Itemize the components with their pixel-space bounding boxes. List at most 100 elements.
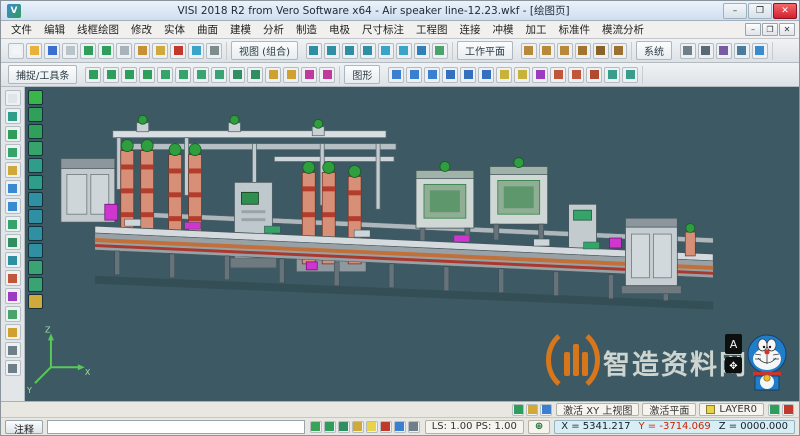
menu-item[interactable]: 电极	[323, 21, 356, 38]
solid-cylinder-icon[interactable]	[5, 198, 21, 214]
ortho-toggle-icon[interactable]	[540, 404, 552, 416]
measure-icon[interactable]	[188, 43, 204, 59]
active-plane-indicator[interactable]: 激活平面	[642, 403, 696, 416]
track-toggle-icon[interactable]	[338, 421, 350, 433]
workplane-3pt-icon[interactable]	[575, 43, 591, 59]
close-button[interactable]: ✕	[773, 3, 797, 19]
zoom-fit-icon[interactable]	[378, 43, 394, 59]
polyline-tool-icon[interactable]	[460, 67, 476, 83]
snap-group-caption[interactable]: 捕捉/工具条	[8, 65, 77, 84]
pen-color-icon[interactable]	[380, 421, 392, 433]
measure-distance-icon[interactable]	[5, 270, 21, 286]
dynamic-rotate-icon[interactable]	[414, 43, 430, 59]
paste-icon[interactable]	[152, 43, 168, 59]
new-file-icon[interactable]	[8, 43, 24, 59]
properties-icon[interactable]	[206, 43, 222, 59]
save-file-icon[interactable]	[44, 43, 60, 59]
zoom-out-icon[interactable]	[28, 124, 43, 139]
system-settings-icon[interactable]	[680, 43, 696, 59]
hatch-tool-icon[interactable]	[532, 67, 548, 83]
snap-grid-icon[interactable]	[211, 67, 227, 83]
menu-item[interactable]: 冲模	[487, 21, 520, 38]
menu-item[interactable]: 建模	[224, 21, 257, 38]
views-group-caption[interactable]: 视图 (组合)	[231, 41, 298, 60]
pan-view-icon[interactable]	[28, 158, 43, 173]
menu-item[interactable]: 连接	[454, 21, 487, 38]
snap-edge-icon[interactable]	[319, 67, 335, 83]
mirror-tool-icon[interactable]	[604, 67, 620, 83]
doc-restore-button[interactable]: ❐	[762, 23, 778, 36]
snap-face-icon[interactable]	[301, 67, 317, 83]
snap-mid-icon[interactable]	[103, 67, 119, 83]
chamfer-tool-icon[interactable]	[586, 67, 602, 83]
front-view-quick-icon[interactable]	[28, 209, 43, 224]
rectangle-tool-icon[interactable]	[442, 67, 458, 83]
snap-quadrant-icon[interactable]	[229, 67, 245, 83]
graphics-group-caption[interactable]: 图形	[344, 65, 380, 84]
help-icon[interactable]	[752, 43, 768, 59]
viewport-3d[interactable]: Z X Y 智造资料网	[25, 87, 799, 401]
undo-icon[interactable]	[80, 43, 96, 59]
prompt-button[interactable]: 注释	[5, 420, 43, 434]
wireframe-toggle-icon[interactable]	[28, 260, 43, 275]
maximize-button[interactable]: ❐	[748, 3, 772, 19]
snap-angle-icon[interactable]	[283, 67, 299, 83]
iso-view-icon[interactable]	[306, 43, 322, 59]
menu-item[interactable]: 曲面	[191, 21, 224, 38]
view-cube-icon[interactable]	[28, 90, 43, 105]
workplane-yz-icon[interactable]	[557, 43, 573, 59]
refresh-display-icon[interactable]	[512, 404, 524, 416]
orbit-view-icon[interactable]	[28, 175, 43, 190]
doc-minimize-button[interactable]: –	[745, 23, 761, 36]
line-weight-icon[interactable]	[408, 421, 420, 433]
right-view-quick-icon[interactable]	[28, 226, 43, 241]
zoom-in-icon[interactable]	[28, 107, 43, 122]
command-input[interactable]	[47, 420, 305, 434]
menu-item[interactable]: 文件	[5, 21, 38, 38]
surface-patch-icon[interactable]	[5, 216, 21, 232]
right-view-icon[interactable]	[360, 43, 376, 59]
camera-view-icon[interactable]	[5, 342, 21, 358]
coord-mode-icon[interactable]	[310, 421, 322, 433]
curve-project-icon[interactable]	[5, 252, 21, 268]
point-tool-icon[interactable]	[496, 67, 512, 83]
menu-item[interactable]: 线框绘图	[71, 21, 125, 38]
hidden-line-mode-icon[interactable]	[5, 144, 21, 160]
system-group-caption[interactable]: 系统	[636, 41, 672, 60]
copy-icon[interactable]	[134, 43, 150, 59]
redo-icon[interactable]	[98, 43, 114, 59]
snap-tangent-icon[interactable]	[157, 67, 173, 83]
workplane-xy-icon[interactable]	[521, 43, 537, 59]
workplane-xz-icon[interactable]	[539, 43, 555, 59]
front-view-icon[interactable]	[342, 43, 358, 59]
offset-tool-icon[interactable]	[622, 67, 638, 83]
select-arrow-icon[interactable]	[5, 90, 21, 106]
screenshot-tool-icon[interactable]	[5, 360, 21, 376]
menu-item[interactable]: 标准件	[553, 21, 597, 38]
delete-icon[interactable]	[170, 43, 186, 59]
snap-node-icon[interactable]	[193, 67, 209, 83]
top-view-quick-icon[interactable]	[28, 192, 43, 207]
layer-manager-icon[interactable]	[5, 162, 21, 178]
arc-tool-icon[interactable]	[424, 67, 440, 83]
snap-end-icon[interactable]	[85, 67, 101, 83]
menu-item[interactable]: 分析	[257, 21, 290, 38]
circle-tool-icon[interactable]	[406, 67, 422, 83]
solid-box-icon[interactable]	[5, 180, 21, 196]
snap-toggle-icon[interactable]	[324, 421, 336, 433]
workplane-group-caption[interactable]: 工作平面	[457, 41, 513, 60]
database-icon[interactable]	[734, 43, 750, 59]
layer-color-icon[interactable]	[366, 421, 378, 433]
open-file-icon[interactable]	[26, 43, 42, 59]
calculator-icon[interactable]	[698, 43, 714, 59]
menu-item[interactable]: 实体	[158, 21, 191, 38]
render-view-icon[interactable]	[5, 306, 21, 322]
shaded-view-icon[interactable]	[432, 43, 448, 59]
workplane-align-icon[interactable]	[593, 43, 609, 59]
print-icon[interactable]	[62, 43, 78, 59]
snap-nearest-icon[interactable]	[247, 67, 263, 83]
menu-item[interactable]: 模流分析	[596, 21, 650, 38]
grid-toggle-icon[interactable]	[526, 404, 538, 416]
units-toggle-icon[interactable]	[352, 421, 364, 433]
active-view-indicator[interactable]: 激活 XY 上视图	[556, 403, 639, 416]
